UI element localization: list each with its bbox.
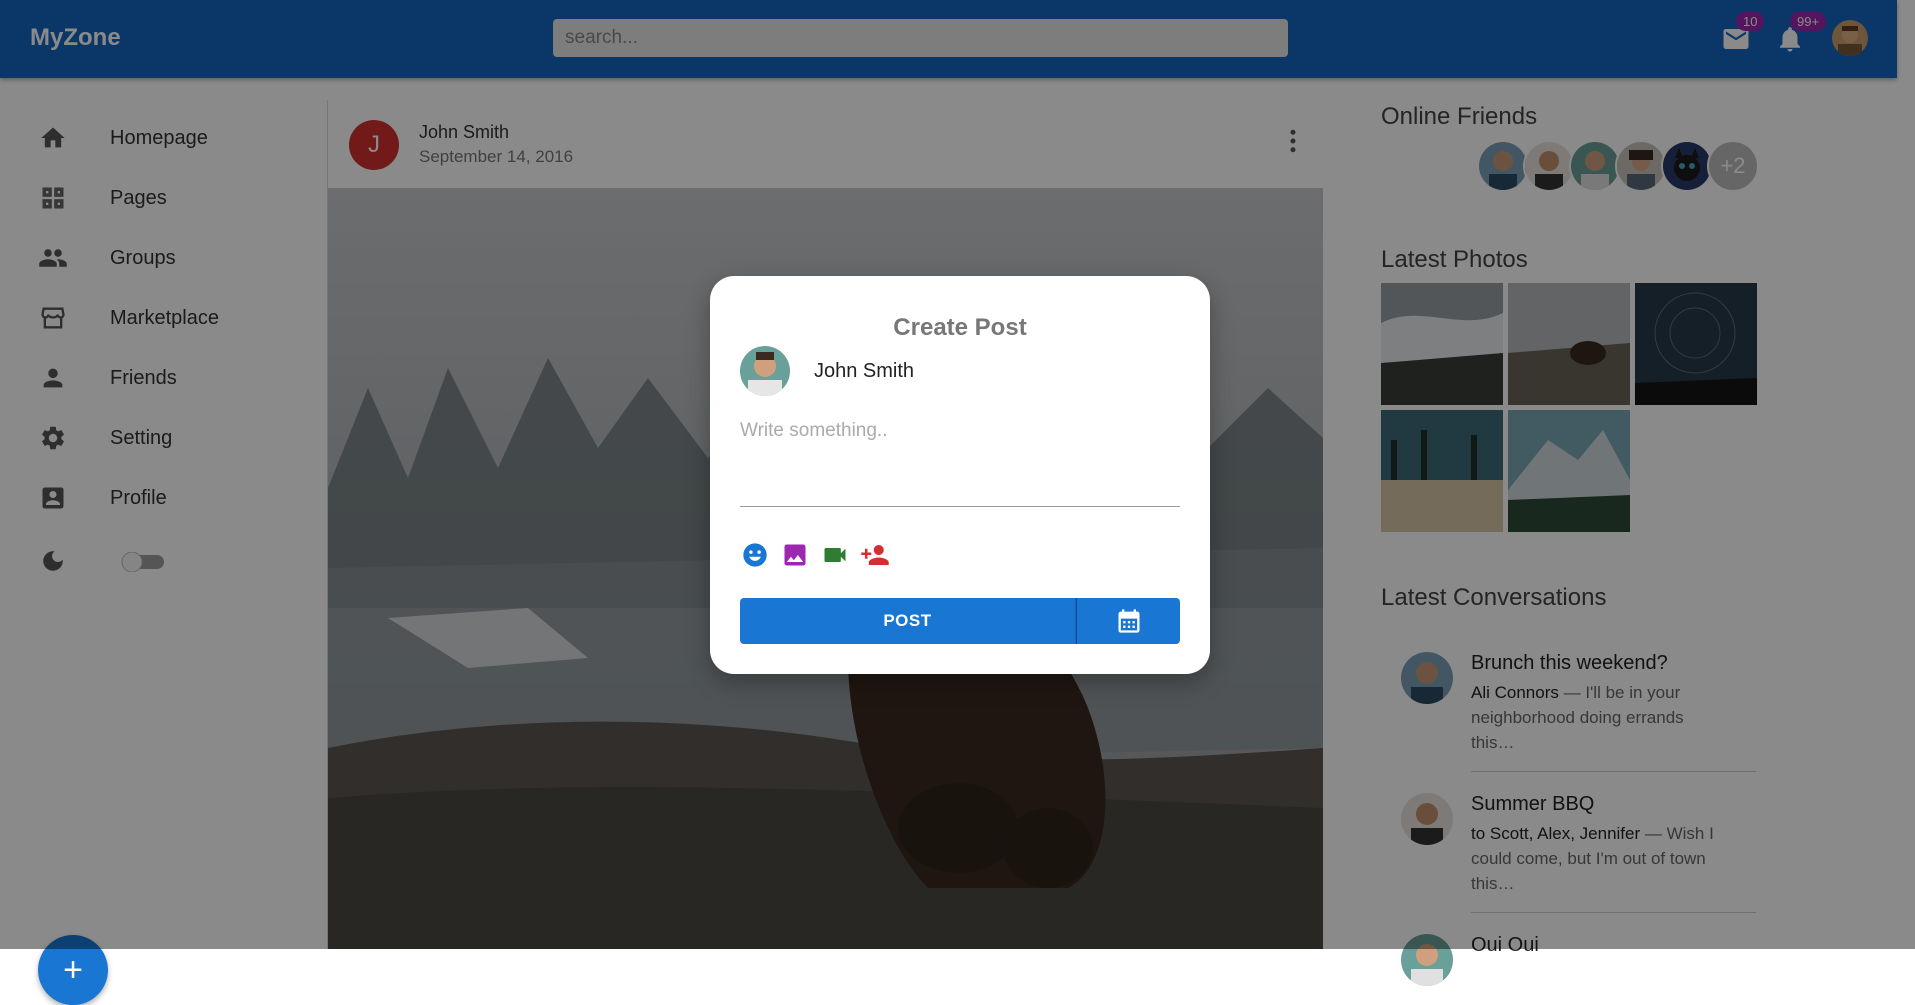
dialog-user-avatar (740, 346, 790, 396)
calendar-icon (1118, 609, 1139, 633)
create-post-dialog: Create Post John Smith POST (710, 276, 1210, 674)
add-image-button[interactable] (780, 540, 810, 570)
tag-friend-button[interactable] (860, 540, 890, 570)
post-attachment-tools (740, 540, 900, 570)
post-button[interactable]: POST (740, 598, 1076, 644)
schedule-post-button[interactable] (1076, 598, 1180, 644)
emoji-icon (743, 543, 767, 567)
video-icon (824, 548, 846, 562)
dialog-user-name: John Smith (814, 360, 915, 382)
image-icon (784, 544, 806, 566)
person-add-icon (861, 545, 889, 565)
emoji-button[interactable] (740, 540, 770, 570)
add-video-button[interactable] (820, 540, 850, 570)
post-text-input[interactable] (740, 420, 1180, 507)
dialog-title: Create Post (893, 314, 1027, 341)
